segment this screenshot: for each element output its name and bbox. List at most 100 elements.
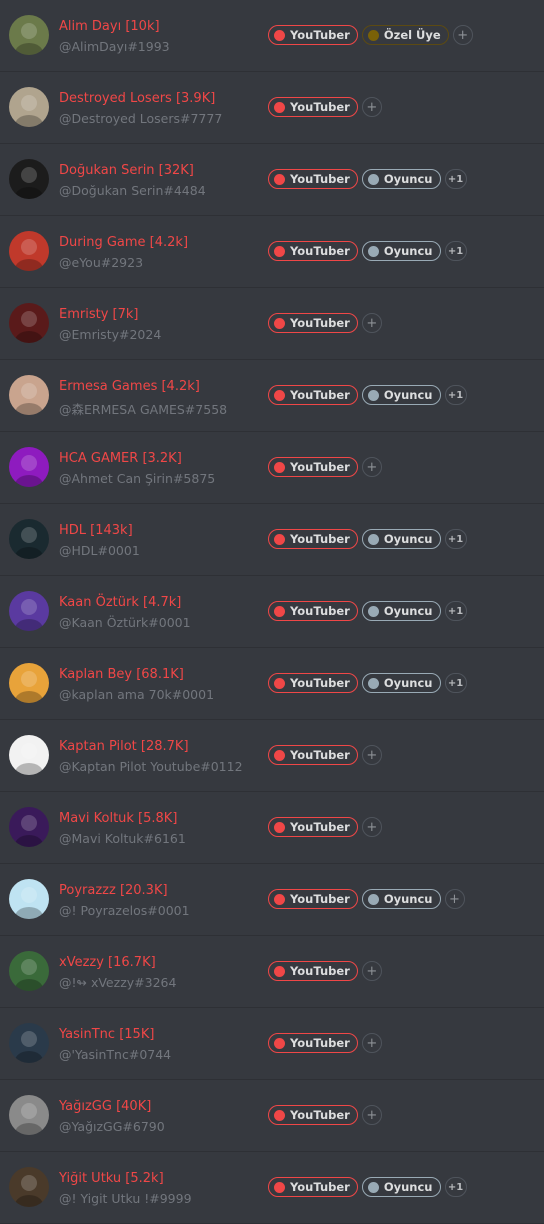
member-row[interactable]: Ermesa Games [4.2k] @森ERMESA GAMES#7558 Yo…	[0, 360, 544, 432]
role-pill-youtuber[interactable]: YouTuber	[268, 1033, 358, 1053]
role-color-dot[interactable]	[274, 1181, 285, 1193]
avatar[interactable]	[9, 1023, 49, 1063]
member-row[interactable]: During Game [4.2k] @eYou#2923 YouTuber Oyun…	[0, 216, 544, 288]
role-pill-oyuncu[interactable]: Oyuncu	[361, 601, 441, 621]
role-color-dot[interactable]	[367, 245, 379, 257]
member-name[interactable]: Destroyed Losers [3.9K]	[59, 91, 215, 106]
member-row[interactable]: Doğukan Serin [32K] @Doğukan Serin#4484 Yo…	[0, 144, 544, 216]
member-row[interactable]: Yiğit Utku [5.2k] @! Yigit Utku !#9999 You…	[0, 1152, 544, 1224]
role-color-dot[interactable]	[274, 965, 285, 977]
add-role-icon[interactable]: +	[361, 313, 382, 333]
add-role-icon[interactable]: +	[452, 25, 473, 45]
role-pill-oyuncu[interactable]: Oyuncu	[361, 241, 441, 261]
member-row[interactable]: Poyrazzz [20.3K] @! Poyrazelos#0001 YouTub…	[0, 864, 544, 936]
avatar[interactable]	[9, 735, 49, 775]
role-pill-oyuncu[interactable]: Oyuncu	[361, 385, 441, 405]
role-color-dot[interactable]	[367, 29, 379, 41]
add-role-icon[interactable]: +	[361, 97, 382, 117]
add-role-icon[interactable]: +	[361, 745, 382, 765]
role-color-dot[interactable]	[274, 317, 285, 329]
role-color-dot[interactable]	[367, 389, 379, 401]
member-row[interactable]: Alim Dayı [10k] @AlimDayı#1993 YouTuber Öze…	[0, 0, 544, 72]
role-color-dot[interactable]	[274, 29, 285, 41]
member-name[interactable]: Alim Dayı [10k]	[59, 19, 160, 34]
role-pill-youtuber[interactable]: YouTuber	[268, 745, 358, 765]
role-pill-oyuncu[interactable]: Oyuncu	[361, 889, 441, 909]
role-pill-youtuber[interactable]: YouTuber	[268, 169, 358, 189]
avatar[interactable]	[9, 951, 49, 991]
more-roles-button[interactable]: +1	[444, 601, 467, 621]
role-color-dot[interactable]	[274, 173, 285, 185]
add-role-icon[interactable]: +	[361, 457, 382, 477]
role-pill-youtuber[interactable]: YouTuber	[268, 97, 358, 117]
role-pill-youtuber[interactable]: YouTuber	[268, 673, 358, 693]
role-color-dot[interactable]	[274, 461, 285, 473]
avatar[interactable]	[9, 447, 49, 487]
role-pill-youtuber[interactable]: YouTuber	[268, 1177, 358, 1197]
role-color-dot[interactable]	[274, 533, 285, 545]
avatar[interactable]	[9, 87, 49, 127]
role-color-dot[interactable]	[367, 893, 379, 905]
avatar[interactable]	[9, 879, 49, 919]
role-color-dot[interactable]	[274, 677, 285, 689]
more-roles-button[interactable]: +1	[444, 241, 467, 261]
member-row[interactable]: Kaan Öztürk [4.7k] @Kaan Öztürk#0001 YouTu…	[0, 576, 544, 648]
member-name[interactable]: YasinTnc [15K]	[59, 1027, 154, 1042]
role-color-dot[interactable]	[367, 1181, 379, 1193]
member-name[interactable]: xVezzy [16.7K]	[59, 955, 156, 970]
role-color-dot[interactable]	[274, 389, 285, 401]
member-name[interactable]: Mavi Koltuk [5.8K]	[59, 811, 177, 826]
add-role-icon[interactable]: +	[361, 1033, 382, 1053]
add-role-icon[interactable]: +	[361, 1105, 382, 1125]
role-color-dot[interactable]	[274, 245, 285, 257]
role-pill-youtuber[interactable]: YouTuber	[268, 529, 358, 549]
avatar[interactable]	[9, 1095, 49, 1135]
role-color-dot[interactable]	[274, 1037, 285, 1049]
member-name[interactable]: Poyrazzz [20.3K]	[59, 883, 168, 898]
avatar[interactable]	[9, 303, 49, 343]
member-row[interactable]: Kaplan Bey [68.1K] @kaplan ama 70k#0001 Yo…	[0, 648, 544, 720]
avatar[interactable]	[9, 807, 49, 847]
role-color-dot[interactable]	[367, 605, 379, 617]
role-pill-youtuber[interactable]: YouTuber	[268, 385, 358, 405]
role-pill-oyuncu[interactable]: Oyuncu	[361, 673, 441, 693]
role-pill-oyuncu[interactable]: Oyuncu	[361, 529, 441, 549]
member-name[interactable]: Yiğit Utku [5.2k]	[59, 1171, 164, 1186]
role-color-dot[interactable]	[274, 893, 285, 905]
member-row[interactable]: Emristy [7k] @Emristy#2024 YouTuber +	[0, 288, 544, 360]
more-roles-button[interactable]: +1	[444, 1177, 467, 1197]
role-pill-youtuber[interactable]: YouTuber	[268, 313, 358, 333]
member-row[interactable]: Mavi Koltuk [5.8K] @Mavi Koltuk#6161 YouTu…	[0, 792, 544, 864]
avatar[interactable]	[9, 663, 49, 703]
role-color-dot[interactable]	[367, 533, 379, 545]
member-row[interactable]: HCA GAMER [3.2K] @Ahmet Can Şirin#5875 You…	[0, 432, 544, 504]
member-name[interactable]: HDL [143k]	[59, 523, 133, 538]
role-pill-oyuncu[interactable]: Oyuncu	[361, 169, 441, 189]
role-pill-youtuber[interactable]: YouTuber	[268, 601, 358, 621]
member-row[interactable]: Kaptan Pilot [28.7K] @Kaptan Pilot Youtub…	[0, 720, 544, 792]
add-role-icon[interactable]: +	[361, 961, 382, 981]
member-name[interactable]: Emristy [7k]	[59, 307, 138, 322]
role-pill-youtuber[interactable]: YouTuber	[268, 817, 358, 837]
member-row[interactable]: YasinTnc [15K] @'YasinTnc#0744 YouTuber +	[0, 1008, 544, 1080]
member-row[interactable]: Destroyed Losers [3.9K] @Destroyed Losers…	[0, 72, 544, 144]
add-role-icon[interactable]: +	[361, 817, 382, 837]
more-roles-button[interactable]: +1	[444, 385, 467, 405]
avatar[interactable]	[9, 519, 49, 559]
avatar[interactable]	[9, 159, 49, 199]
role-pill-youtuber[interactable]: YouTuber	[268, 457, 358, 477]
member-name[interactable]: Kaptan Pilot [28.7K]	[59, 739, 189, 754]
member-name[interactable]: Kaan Öztürk [4.7k]	[59, 595, 181, 610]
member-row[interactable]: HDL [143k] @HDL#0001 YouTuber Oyuncu +1	[0, 504, 544, 576]
role-pill-oyuncu[interactable]: Oyuncu	[361, 1177, 441, 1197]
role-pill-youtuber[interactable]: YouTuber	[268, 1105, 358, 1125]
member-name[interactable]: Doğukan Serin [32K]	[59, 163, 194, 178]
role-color-dot[interactable]	[367, 677, 379, 689]
role-pill-youtuber[interactable]: YouTuber	[268, 25, 358, 45]
avatar[interactable]	[9, 1167, 49, 1207]
role-color-dot[interactable]	[274, 101, 285, 113]
avatar[interactable]	[9, 15, 49, 55]
member-row[interactable]: YağızGG [40K] @YağızGG#6790 YouTuber +	[0, 1080, 544, 1152]
member-name[interactable]: During Game [4.2k]	[59, 235, 188, 250]
member-name[interactable]: Kaplan Bey [68.1K]	[59, 667, 184, 682]
